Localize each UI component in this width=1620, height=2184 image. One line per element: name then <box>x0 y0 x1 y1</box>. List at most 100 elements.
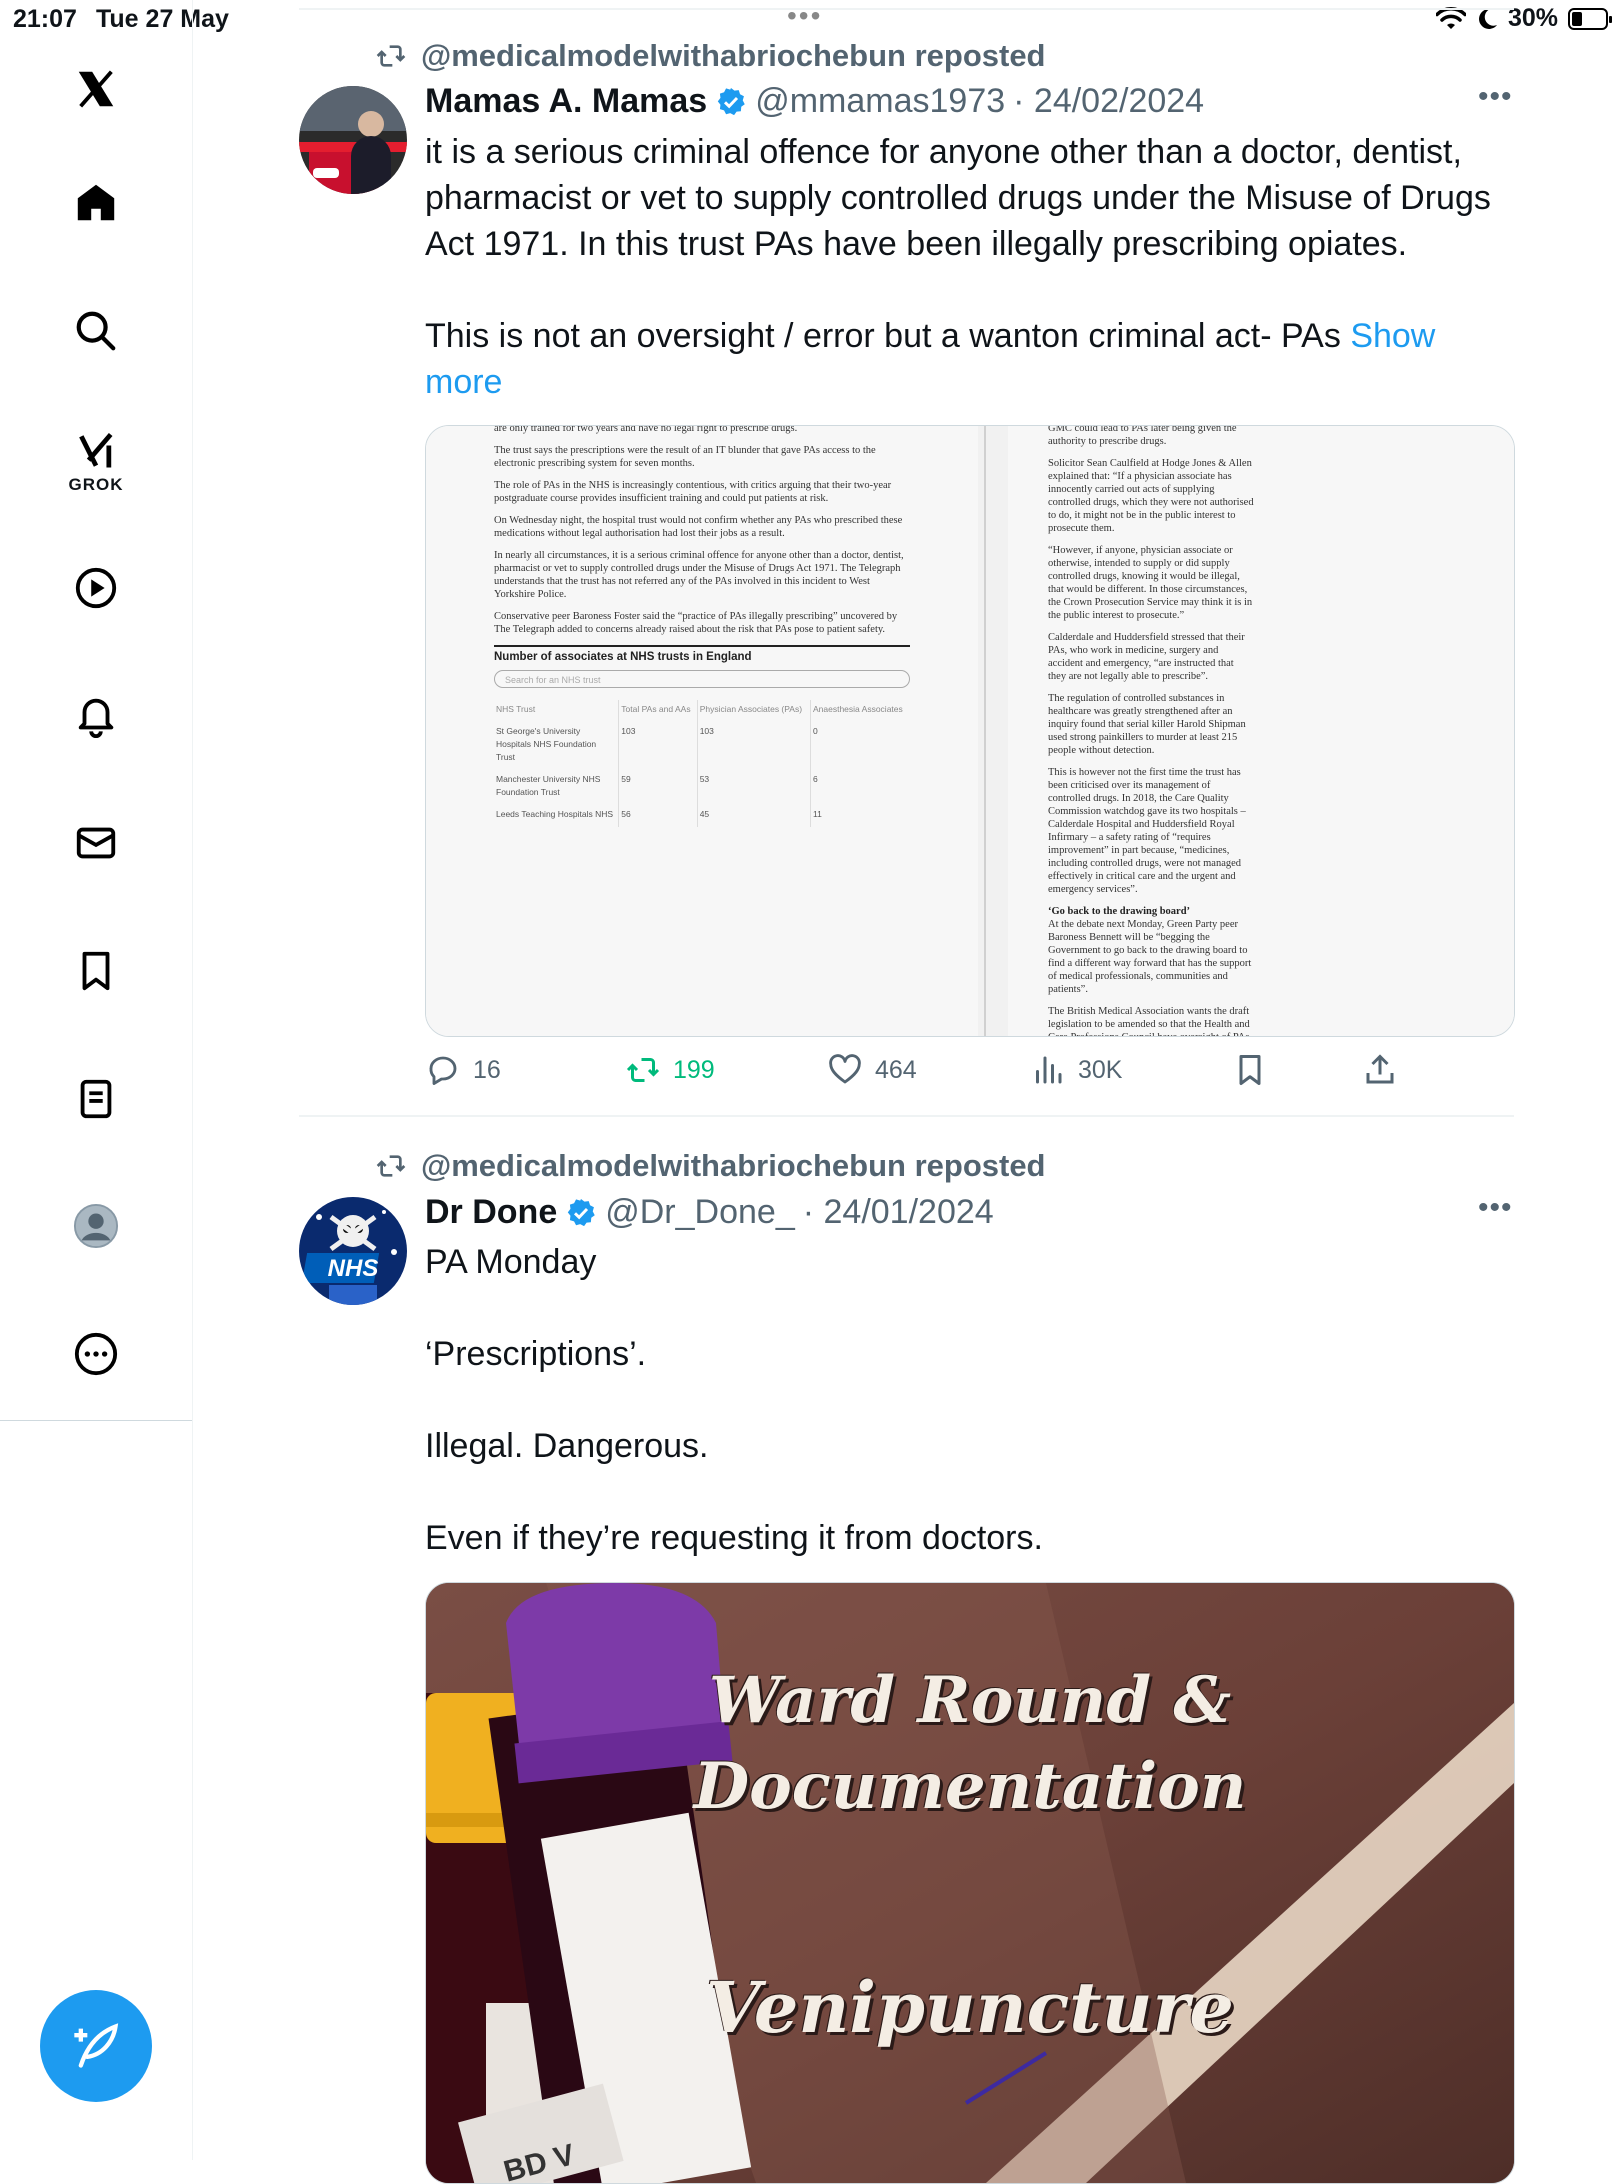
views-button[interactable]: 30K <box>1030 1052 1122 1088</box>
sidebar-item-notifications[interactable] <box>56 676 136 756</box>
avatar[interactable] <box>299 86 407 194</box>
repost-icon <box>376 1155 406 1177</box>
verified-badge-icon <box>568 1198 595 1226</box>
article-paragraph: GMC could lead to PAs later being given … <box>1048 426 1237 447</box>
repost-label: @medicalmodelwithabriochebun reposted <box>421 1148 1046 1183</box>
search-icon <box>76 311 116 351</box>
sidebar-item-lists[interactable] <box>56 1059 136 1139</box>
tweet-video[interactable]: BD V Ward Round & Documentation Venipunc… <box>425 1582 1515 2184</box>
sidebar-item-videos[interactable] <box>56 548 136 628</box>
table-header-row: NHS Trust Total PAs and AAs Physician Asso… <box>494 700 910 722</box>
bookmark-button[interactable] <box>1232 1052 1268 1088</box>
battery-percent: 30% <box>1507 4 1558 32</box>
article-paragraph: On Wednesday night, the hospital trust w… <box>494 515 903 539</box>
article-right-page: GMC could lead to PAs later being given … <box>1008 426 1514 1036</box>
tweet-body: it is a serious criminal offence for any… <box>425 133 1491 355</box>
share-button[interactable] <box>1362 1052 1398 1088</box>
sidebar-item-bookmarks[interactable] <box>56 931 136 1011</box>
video-title-line-3: Venipuncture <box>706 1966 1234 2049</box>
table-cell: Manchester University NHS Foundation Tru… <box>496 774 601 797</box>
author-name[interactable]: Dr Done <box>425 1193 557 1232</box>
like-button[interactable]: 464 <box>827 1052 917 1088</box>
x-logo-icon <box>78 70 114 108</box>
tweet-more-icon[interactable]: ••• <box>1478 80 1513 114</box>
reply-button[interactable]: 16 <box>425 1052 501 1088</box>
associates-table: NHS Trust Total PAs and AAs Physician Asso… <box>494 700 910 827</box>
table-cell: 56 <box>618 805 698 827</box>
table-cell: 103 <box>618 722 698 770</box>
user-avatar-image <box>299 86 407 194</box>
tweet-date[interactable]: · 24/02/2024 <box>1013 82 1204 121</box>
play-icon <box>75 567 117 609</box>
table-cell: 0 <box>809 722 910 770</box>
table-cell: 6 <box>809 770 910 805</box>
bookmark-icon <box>1239 1055 1261 1085</box>
table-cell: 45 <box>696 805 811 827</box>
table-search: Search for an NHS trust <box>494 670 910 688</box>
bell-icon <box>78 698 114 738</box>
x-logo[interactable] <box>56 49 136 129</box>
wifi-icon <box>1435 6 1466 29</box>
sidebar-item-grok[interactable]: GROK <box>56 412 136 512</box>
sidebar-divider <box>0 1420 192 1421</box>
sidebar-item-search[interactable] <box>56 291 136 371</box>
article-paragraph: The British Medical Association wants th… <box>1048 1006 1250 1036</box>
tweet-date[interactable]: · 24/01/2024 <box>803 1193 994 1232</box>
sidebar-item-messages[interactable] <box>56 803 136 883</box>
table-cell: 103 <box>696 722 811 770</box>
like-count: 464 <box>875 1055 917 1084</box>
status-bar: 21:07 Tue 27 May ••• 30% <box>0 0 1620 40</box>
avatar[interactable]: NHS <box>299 1197 407 1305</box>
article-paragraph: are only trained for two years and have … <box>494 426 798 434</box>
tweet-divider <box>299 1115 1514 1117</box>
article-paragraph: The trust says the prescriptions were th… <box>494 445 876 469</box>
more-circle-icon <box>74 1332 118 1376</box>
table-header-cell: Anaesthesia Associates <box>809 700 910 722</box>
tweet-more-icon[interactable]: ••• <box>1478 1191 1513 1225</box>
home-icon <box>77 184 115 221</box>
tweet-header: Mamas A. Mamas @mmamas1973 · 24/02/2024 <box>425 82 1204 121</box>
author-handle[interactable]: @mmamas1973 <box>755 82 1005 121</box>
author-handle[interactable]: @Dr_Done_ <box>605 1193 795 1232</box>
author-name[interactable]: Mamas A. Mamas <box>425 82 707 121</box>
share-icon <box>1366 1054 1394 1084</box>
reply-count: 16 <box>473 1055 501 1084</box>
heart-icon <box>829 1054 861 1084</box>
verified-badge-icon <box>718 87 745 115</box>
repost-indicator: @medicalmodelwithabriochebun reposted <box>375 36 1046 76</box>
compose-button[interactable] <box>40 1990 152 2102</box>
repost-icon <box>376 45 406 67</box>
video-title-line-2: Documentation <box>693 1749 1247 1824</box>
page-gutter <box>978 426 1008 1036</box>
multitasking-dots-icon[interactable]: ••• <box>787 0 822 32</box>
feed-top-divider <box>299 8 1514 10</box>
profile-avatar-icon <box>73 1203 119 1249</box>
sidebar-item-home[interactable] <box>56 163 136 243</box>
sidebar-item-more[interactable] <box>56 1314 136 1394</box>
sidebar-item-profile[interactable] <box>56 1186 136 1266</box>
table-header-cell: Physician Associates (PAs) <box>696 700 811 722</box>
article-paragraph: In nearly all circumstances, it is a ser… <box>494 550 904 600</box>
article-paragraph: Calderdale and Huddersfield stressed tha… <box>1048 632 1245 682</box>
article-paragraph: Conservative peer Baroness Foster said t… <box>494 611 898 635</box>
table-cell: 11 <box>809 805 910 827</box>
repost-count: 199 <box>673 1055 715 1084</box>
grok-icon <box>79 432 113 468</box>
repost-indicator: @medicalmodelwithabriochebun reposted <box>375 1146 1046 1186</box>
table-title: Number of associates at NHS trusts in En… <box>494 645 910 664</box>
repost-button[interactable]: 199 <box>625 1052 715 1088</box>
tweet-text: PA Monday ‘Prescriptions’. Illegal. Dang… <box>425 1243 1043 1557</box>
article-paragraph: At the debate next Monday, Green Party p… <box>1048 919 1252 995</box>
compose-feather-icon <box>74 2023 119 2068</box>
reply-icon <box>429 1056 457 1085</box>
article-left-text: are only trained for two years and have … <box>494 426 910 636</box>
list-icon <box>80 1079 112 1119</box>
grok-label: GROK <box>68 475 124 494</box>
tweet-image[interactable]: are only trained for two years and have … <box>425 425 1515 1037</box>
table-row: St George's University Hospitals NHS Fou… <box>494 722 910 770</box>
article-right-text: GMC could lead to PAs later being given … <box>1048 426 1254 896</box>
tweet-header: Dr Done @Dr_Done_ · 24/01/2024 <box>425 1193 994 1232</box>
article-subhead: ‘Go back to the drawing board’ <box>1048 906 1191 917</box>
user-avatar-image: NHS <box>299 1197 407 1305</box>
table-cell: 53 <box>696 770 811 805</box>
